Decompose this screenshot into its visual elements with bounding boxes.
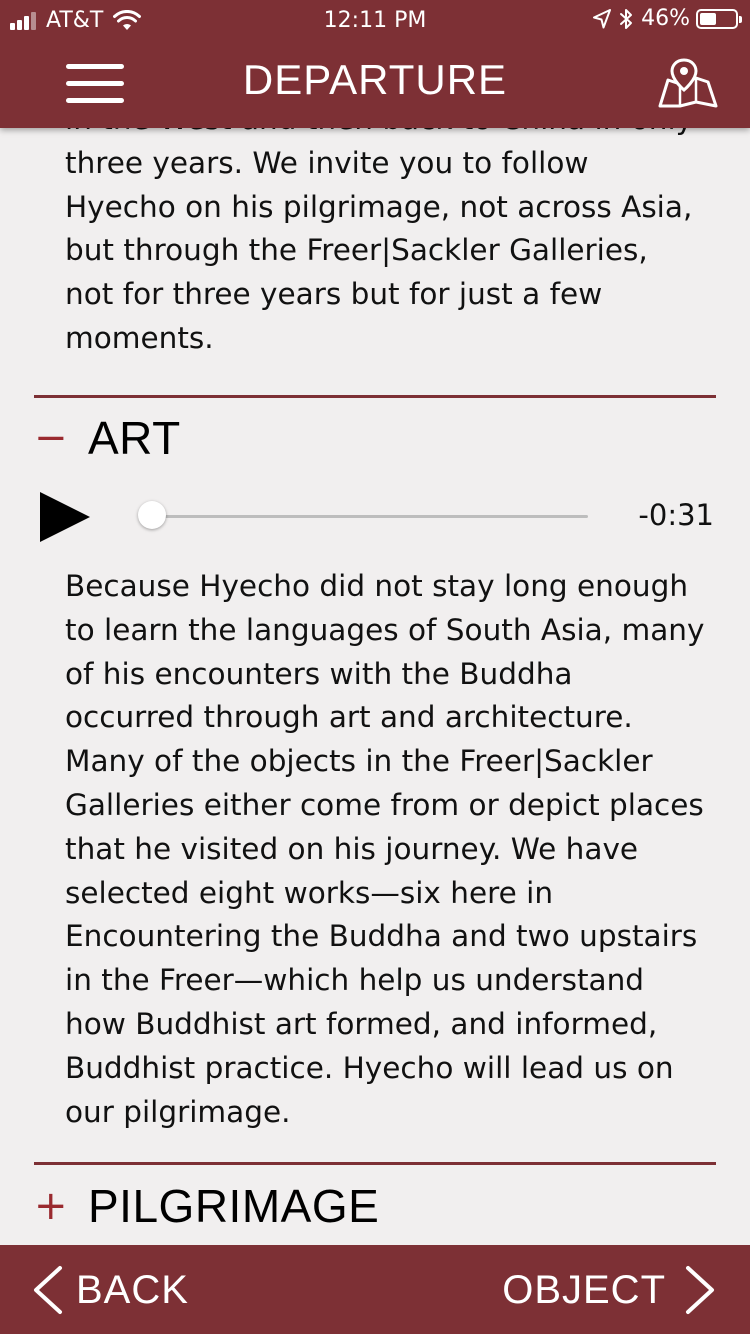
back-button-label: BACK — [76, 1267, 189, 1312]
chevron-left-icon — [34, 1266, 62, 1314]
battery-icon — [696, 8, 742, 29]
map-pin-icon[interactable] — [656, 58, 720, 110]
battery-percent: 46% — [641, 6, 690, 31]
next-button-label: OBJECT — [502, 1267, 666, 1312]
battery-tip — [739, 15, 742, 23]
art-paragraph: Because Hyecho did not stay long enough … — [65, 569, 705, 1129]
section-title-pilgrimage: PILGRIMAGE — [88, 1180, 380, 1232]
time-remaining: -0:31 — [638, 498, 714, 532]
content-area[interactable]: in the West and then back to China in on… — [0, 128, 750, 1245]
section-divider — [34, 395, 716, 398]
audio-scrubber-thumb[interactable] — [138, 501, 166, 529]
chevron-right-icon — [686, 1266, 714, 1314]
section-title-art: ART — [88, 412, 181, 464]
battery-fill — [700, 12, 716, 25]
status-bar: AT&T 12:11 PM 46% — [0, 0, 750, 40]
status-right: 46% — [593, 6, 742, 31]
next-object-button[interactable]: OBJECT — [502, 1265, 718, 1315]
audio-progress-track[interactable] — [152, 515, 588, 518]
back-button[interactable]: BACK — [30, 1265, 189, 1315]
bluetooth-icon — [620, 8, 633, 29]
expand-icon: + — [34, 1183, 68, 1229]
section-header-pilgrimage[interactable]: + PILGRIMAGE — [34, 1176, 379, 1236]
play-icon[interactable] — [38, 490, 92, 544]
page-title: DEPARTURE — [242, 56, 508, 103]
collapse-icon: − — [34, 415, 68, 461]
section-divider — [34, 1162, 716, 1165]
section-header-art[interactable]: − ART — [34, 408, 181, 468]
bottom-nav-bar: BACK OBJECT — [0, 1245, 750, 1334]
audio-player: -0:31 — [38, 488, 718, 544]
top-bar: AT&T 12:11 PM 46% DEPARTURE — [0, 0, 750, 128]
intro-paragraph: in the West and then back to China in on… — [65, 128, 693, 355]
location-arrow-icon — [593, 8, 612, 28]
